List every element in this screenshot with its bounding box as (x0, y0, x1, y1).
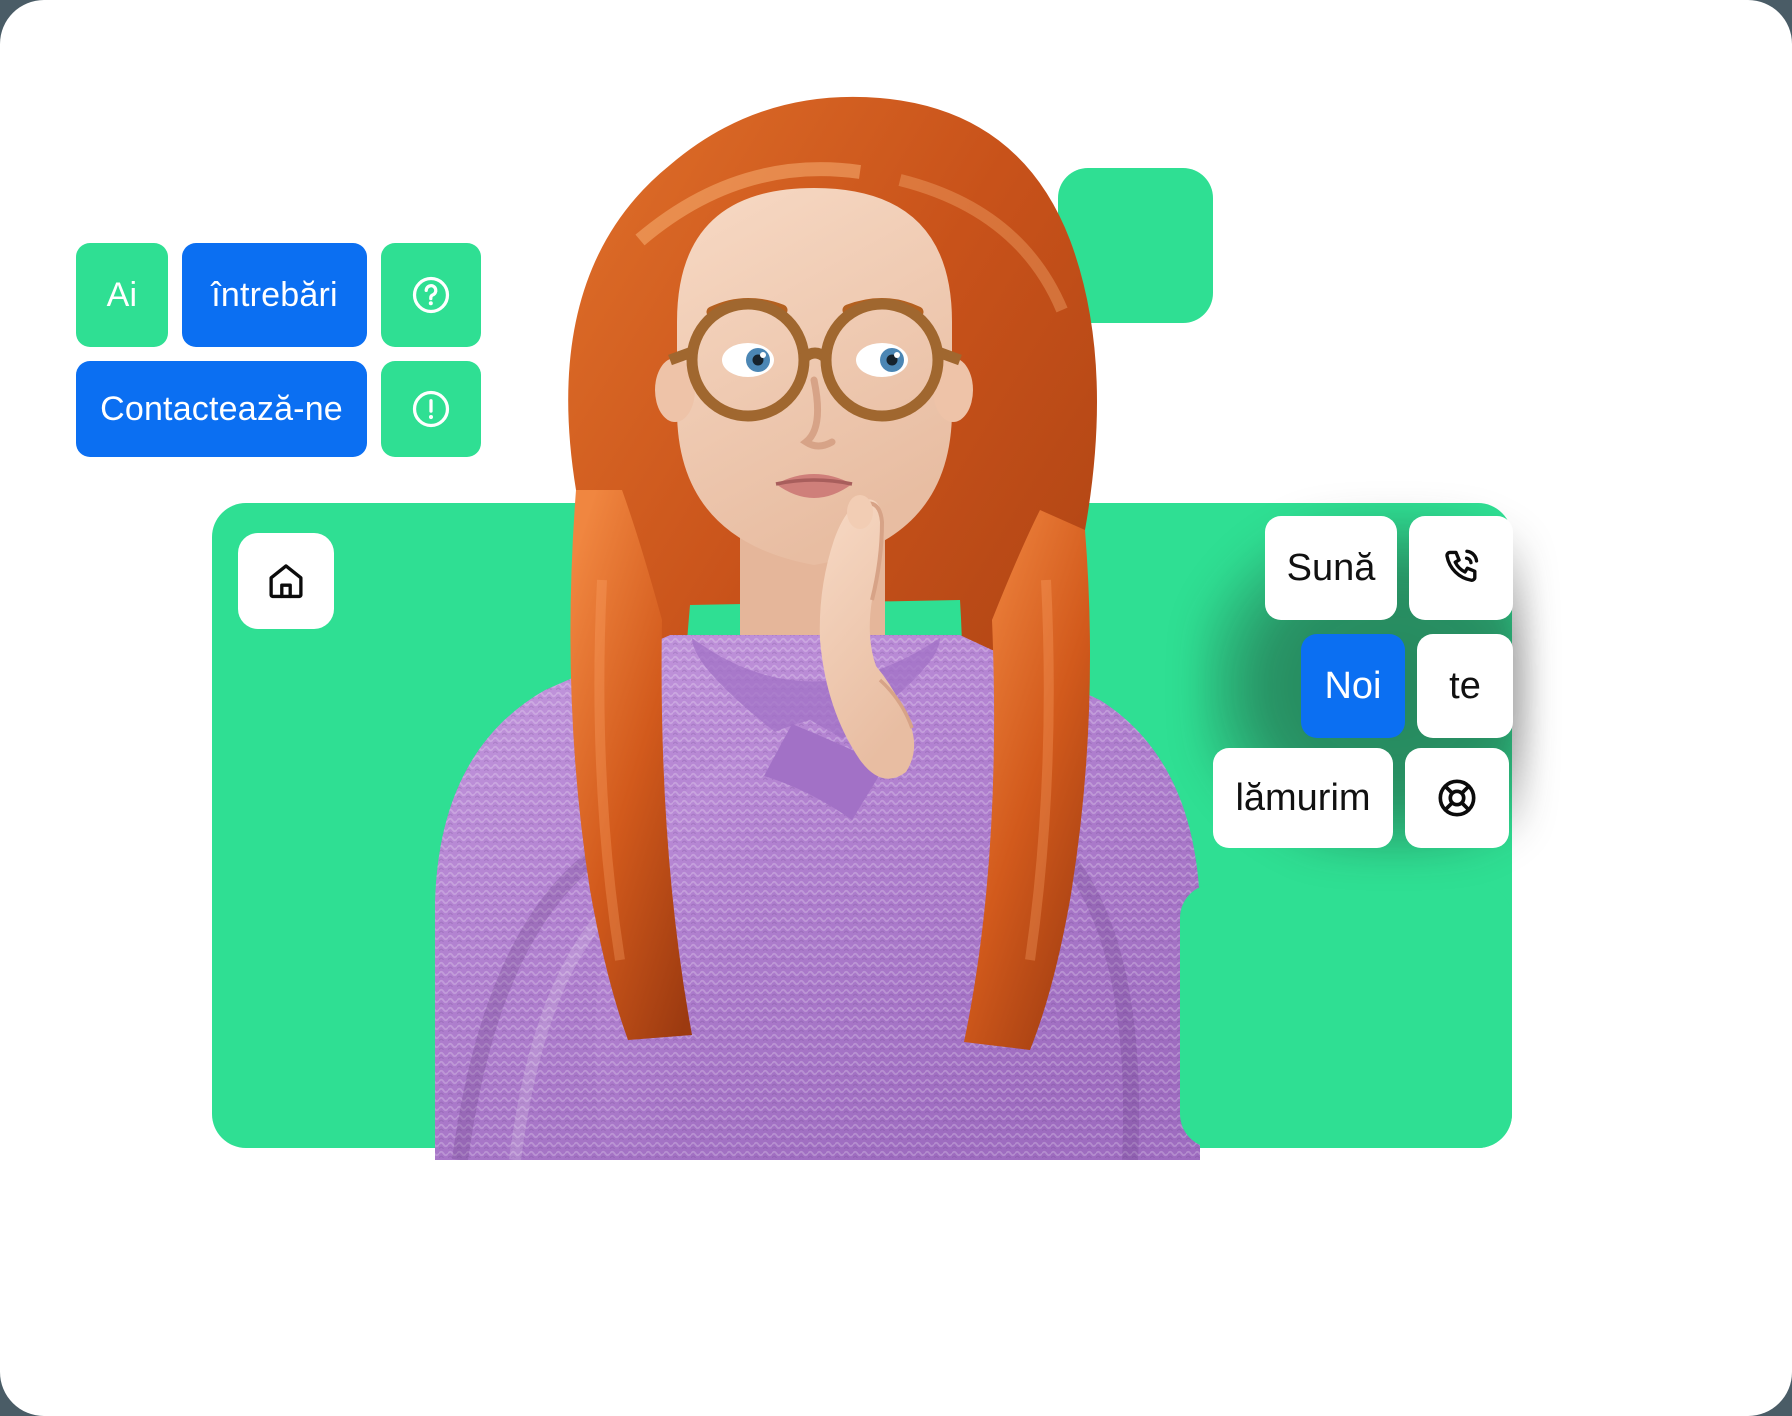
key-suna[interactable]: Sună (1265, 516, 1397, 620)
hero-card: Ai întrebări Contactează-ne Sună Noi te … (0, 0, 1792, 1416)
key-label: te (1449, 664, 1481, 707)
alert-tile-button[interactable] (381, 361, 481, 457)
outer-frame: Ai întrebări Contactează-ne Sună Noi te … (0, 0, 1792, 1416)
home-icon (265, 560, 307, 602)
word-tile-label: Ai (106, 275, 138, 314)
key-lamurim[interactable]: lămurim (1213, 748, 1393, 848)
key-label: Sună (1286, 546, 1376, 589)
key-label: Noi (1324, 664, 1382, 707)
key-call-button[interactable] (1409, 516, 1513, 620)
word-tile-label: întrebări (211, 275, 338, 314)
home-tile-button[interactable] (238, 533, 334, 629)
key-te[interactable]: te (1417, 634, 1513, 738)
word-tile-intrebari[interactable]: întrebări (182, 243, 367, 347)
key-noi[interactable]: Noi (1301, 634, 1405, 738)
key-support-button[interactable] (1405, 748, 1509, 848)
key-label: lămurim (1235, 776, 1371, 819)
phone-ring-icon (1438, 545, 1484, 591)
help-tile-button[interactable] (381, 243, 481, 347)
green-card-bottom-right (1180, 884, 1512, 1148)
word-tile-label: Contactează-ne (100, 389, 343, 428)
exclamation-circle-icon (408, 386, 454, 432)
person-illustration (340, 60, 1290, 1160)
question-circle-icon (408, 272, 454, 318)
life-buoy-icon (1434, 775, 1480, 821)
word-tile-contacteaza-ne[interactable]: Contactează-ne (76, 361, 367, 457)
word-tile-ai[interactable]: Ai (76, 243, 168, 347)
